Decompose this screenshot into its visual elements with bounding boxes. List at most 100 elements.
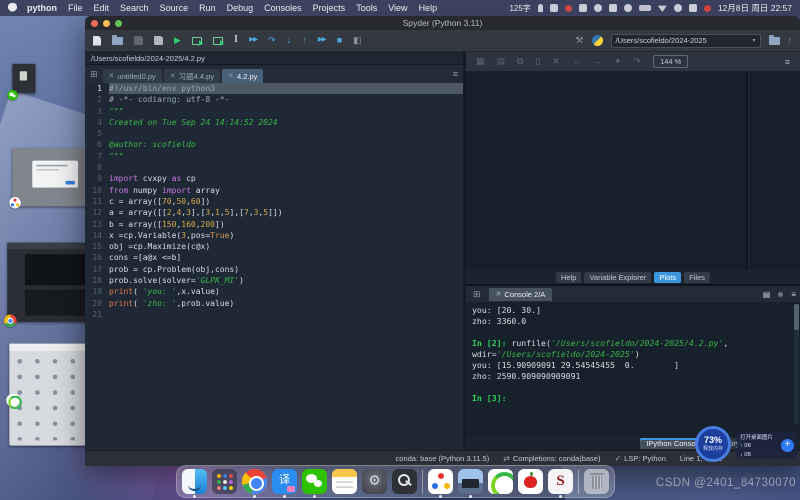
copy-image-icon[interactable]: ⧉ (517, 56, 523, 67)
zoom-window-button[interactable] (115, 20, 122, 27)
code-line-11[interactable]: 11c = array([70,50,60]) (85, 196, 463, 207)
browse-directory-icon[interactable] (769, 37, 780, 45)
menu-search[interactable]: Search (120, 3, 149, 13)
close-tab-icon[interactable]: ✕ (109, 72, 115, 80)
menu-run[interactable]: Run (199, 3, 216, 13)
tools-wrench-icon[interactable]: ⚒ (575, 36, 583, 45)
mic-icon[interactable] (538, 4, 543, 12)
red-apple-app-dock-icon[interactable] (518, 469, 543, 494)
close-tab-icon[interactable]: ✕ (170, 72, 176, 80)
launchpad-dock-icon[interactable] (212, 469, 237, 494)
code-line-6[interactable]: 6@author: scofieldo (85, 139, 463, 150)
run-selection-icon[interactable]: I (234, 36, 238, 45)
input-count-indicator[interactable]: 125字 (509, 3, 530, 14)
code-line-18[interactable]: 18prob.solve(solver='GLPK_MI') (85, 275, 463, 286)
next-plot-icon[interactable]: → (593, 56, 602, 67)
previous-plot-icon[interactable]: ← (572, 56, 581, 67)
thumbnail-window-1[interactable] (12, 64, 35, 93)
menu-consoles[interactable]: Consoles (264, 3, 302, 13)
debug-continue-icon[interactable]: ▶▶ (318, 37, 326, 44)
spyder-dock-icon[interactable]: S (548, 469, 573, 494)
menu-debug[interactable]: Debug (227, 3, 254, 13)
editor-tab-4.2.py[interactable]: ✕4.2.py (222, 69, 263, 83)
memory-monitor-widget[interactable]: 73% 释放内存 (695, 426, 731, 462)
save-icon[interactable] (134, 36, 143, 45)
status-completions[interactable]: ⇄Completions: conda(base) (503, 454, 600, 463)
shapes-icon[interactable] (579, 4, 587, 12)
screen-record-icon[interactable] (565, 5, 572, 12)
run-file-icon[interactable]: ▶ (174, 36, 181, 45)
code-line-8[interactable]: 8 (85, 162, 463, 173)
open-file-icon[interactable] (112, 37, 123, 45)
browse-tabs-icon[interactable]: ⊞ (87, 69, 101, 80)
debug-file-icon[interactable]: ▶▶ (249, 37, 257, 44)
parent-directory-icon[interactable]: ↑ (788, 36, 793, 45)
menu-file[interactable]: File (68, 3, 83, 13)
code-line-16[interactable]: 16cons =[a@x <=b] (85, 252, 463, 263)
battery-icon[interactable] (639, 5, 651, 11)
interrupt-kernel-icon[interactable] (778, 292, 783, 297)
code-line-21[interactable]: 21 (85, 309, 463, 320)
active-app-menu[interactable]: python (27, 3, 57, 13)
settings-dock-icon[interactable]: ⚙ (362, 469, 387, 494)
browse-console-tabs-icon[interactable]: ⊞ (470, 289, 484, 300)
code-editor[interactable]: 1#!/usr/bin/env python32# -*- codiarng: … (85, 83, 463, 450)
window-titlebar[interactable]: Spyder (Python 3.11) (85, 16, 800, 30)
code-line-12[interactable]: 12a = array([[2,4,3],[3,1,5],[7,3,5]]) (85, 207, 463, 218)
display-icon[interactable] (689, 4, 697, 12)
menu-source[interactable]: Source (160, 3, 189, 13)
menu-bar-clock[interactable]: 12月8日 周日 22:57 (718, 2, 792, 14)
working-directory-select[interactable]: /Users/scofieldo/2024-2025▾ (611, 34, 761, 48)
notes-dock-icon[interactable] (332, 469, 357, 494)
debug-step-over-icon[interactable]: ↷ (268, 36, 276, 45)
plots-thumbnail-strip[interactable] (748, 72, 800, 270)
code-line-14[interactable]: 14x =cp.Variable(3,pos=True) (85, 230, 463, 241)
maximize-pane-icon[interactable]: ◧ (353, 36, 362, 45)
run-cell-icon[interactable] (192, 37, 202, 45)
panel-tab-files[interactable]: Files (684, 272, 710, 283)
new-console-icon[interactable]: ▤ (763, 290, 771, 299)
code-line-17[interactable]: 17prob = cp.Problem(obj,cons) (85, 264, 463, 275)
code-line-4[interactable]: 4Created on Tue Sep 24 14:14:52 2024 (85, 117, 463, 128)
green-ring-app-dock-icon[interactable] (488, 469, 513, 494)
save-plot-icon[interactable]: ▦ (476, 56, 485, 67)
stage-manager-icon[interactable] (609, 4, 617, 12)
status-conda[interactable]: conda: base (Python 3.11.5) (396, 454, 490, 463)
panel-tab-plots[interactable]: Plots (654, 272, 681, 283)
save-all-icon[interactable] (154, 36, 163, 45)
recording-status-icon[interactable] (704, 5, 711, 12)
ipython-console-output[interactable]: you: [20. 30.]zho: 3360.0In [2]: runfile… (466, 302, 800, 436)
code-line-5[interactable]: 5 (85, 128, 463, 139)
console-options-icon[interactable]: ≡ (791, 290, 796, 299)
editor-options-icon[interactable]: ≡ (450, 69, 461, 79)
code-line-1[interactable]: 1#!/usr/bin/env python3 (85, 83, 463, 94)
debug-step-in-icon[interactable]: ↓ (287, 36, 292, 45)
wechat-dock-icon[interactable] (302, 469, 327, 494)
editor-tab-untitled0.py[interactable]: ✕untitled0.py (103, 69, 162, 83)
close-console-icon[interactable]: ✕ (496, 290, 502, 298)
stop-debug-icon[interactable]: ■ (337, 36, 342, 45)
minimize-window-button[interactable] (103, 20, 110, 27)
close-tab-icon[interactable]: ✕ (228, 72, 234, 80)
cloud-icon[interactable] (594, 4, 602, 12)
remove-plot-icon[interactable]: ▯ (535, 56, 540, 67)
code-line-10[interactable]: 10from numpy import array (85, 185, 463, 196)
panel-tab-variable-explorer[interactable]: Variable Explorer (584, 272, 651, 283)
status-lsp[interactable]: ✓LSP: Python (614, 454, 665, 463)
plots-zoom-level[interactable]: 144 % (653, 55, 688, 68)
save-all-plots-icon[interactable]: ▤ (497, 56, 506, 67)
add-widget-button[interactable]: + (781, 439, 794, 452)
new-file-icon[interactable] (93, 36, 101, 46)
code-line-13[interactable]: 13b = array([150,160,200]) (85, 219, 463, 230)
bluetooth-icon[interactable] (624, 4, 632, 12)
console-tab[interactable]: ✕ Console 2/A (489, 288, 553, 301)
code-line-2[interactable]: 2# -*- codiarng: utf-8 -*- (85, 94, 463, 105)
thumbnail-window-2[interactable] (12, 148, 89, 206)
code-line-15[interactable]: 15obj =cp.Maximize(c@x) (85, 241, 463, 252)
menu-tools[interactable]: Tools (356, 3, 377, 13)
code-line-20[interactable]: 20print( 'zho: ',prob.value) (85, 298, 463, 309)
code-line-19[interactable]: 19print( 'you: ',x.value) (85, 286, 463, 297)
panel-tab-help[interactable]: Help (556, 272, 581, 283)
code-line-3[interactable]: 3""" (85, 106, 463, 117)
console-scrollbar[interactable] (794, 304, 799, 424)
